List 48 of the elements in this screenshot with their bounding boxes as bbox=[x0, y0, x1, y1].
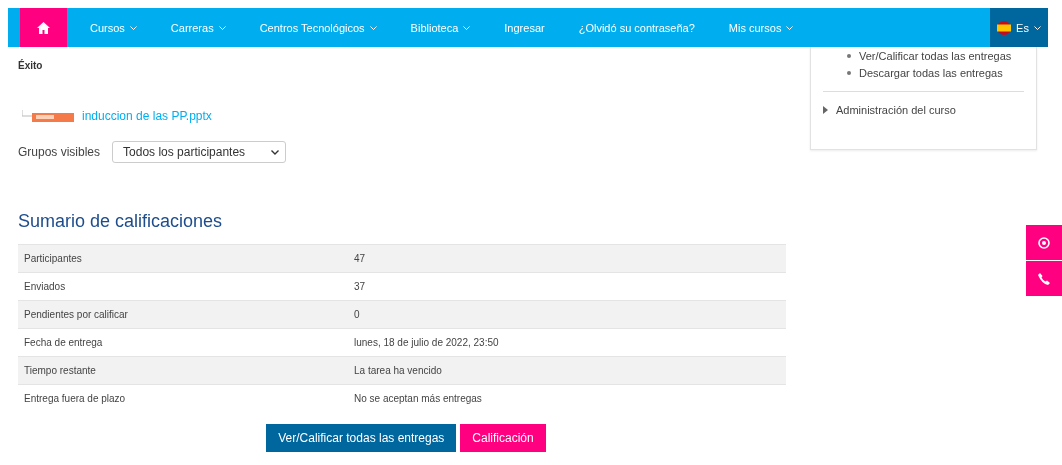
groups-select[interactable]: Todos los participantes bbox=[112, 141, 287, 163]
table-cell-text: Enviados bbox=[24, 281, 67, 292]
summary-title: Sumario de calificaciones bbox=[18, 211, 224, 232]
sidebar-section[interactable]: Administración del curso bbox=[836, 104, 956, 116]
presentation-file-icon bbox=[22, 110, 74, 122]
nav-link[interactable]: Ingresar bbox=[487, 8, 562, 47]
nav-link[interactable]: ¿Olvidó su contraseña? bbox=[561, 8, 712, 47]
nav-link[interactable]: Cursos bbox=[73, 8, 154, 47]
table-cell-text: lunes, 18 de julio de 2022, 23:50 bbox=[354, 337, 500, 348]
caret-right-icon bbox=[823, 106, 828, 114]
action-button[interactable]: Calificación bbox=[460, 424, 546, 452]
table-cell-text: Tiempo restante bbox=[24, 365, 97, 376]
table-cell-text: 47 bbox=[354, 253, 367, 264]
table-cell-text: 0 bbox=[354, 309, 361, 320]
table-cell-text: 37 bbox=[354, 281, 367, 292]
bullet-icon bbox=[847, 70, 851, 75]
file-link[interactable]: induccion de las PP.pptx bbox=[82, 109, 212, 123]
groups-label: Grupos visibles bbox=[18, 145, 101, 159]
chevron-down-icon bbox=[271, 149, 280, 155]
table-cell-text: Pendientes por calificar bbox=[24, 309, 129, 320]
chevron-down-icon bbox=[218, 25, 226, 30]
chevron-down-icon bbox=[786, 25, 794, 30]
phone-button[interactable] bbox=[1026, 261, 1062, 296]
chevron-down-icon bbox=[463, 25, 471, 30]
action-button[interactable]: Ver/Calificar todas las entregas bbox=[266, 424, 457, 452]
sidebar-link[interactable]: Ver/Calificar todas las entregas bbox=[859, 49, 1012, 62]
nav-link[interactable]: Centros Tecnológicos bbox=[242, 8, 394, 47]
table-cell-text: Participantes bbox=[24, 253, 83, 264]
bullet-icon bbox=[847, 53, 851, 58]
language-selector[interactable]: Es bbox=[990, 8, 1048, 47]
nav-link[interactable]: Biblioteca bbox=[393, 8, 488, 47]
chevron-down-icon bbox=[369, 25, 377, 30]
at-icon bbox=[1038, 236, 1050, 249]
nav-link[interactable]: Mis cursos bbox=[711, 8, 811, 47]
email-button[interactable] bbox=[1026, 225, 1062, 260]
flag-icon bbox=[997, 20, 1012, 35]
chevron-down-icon bbox=[129, 25, 137, 30]
table-cell-text: No se aceptan más entregas bbox=[354, 393, 483, 404]
phone-icon bbox=[1038, 272, 1050, 285]
home-button[interactable] bbox=[20, 8, 67, 47]
table-cell-text: Fecha de entrega bbox=[24, 337, 104, 348]
chevron-down-icon bbox=[1033, 25, 1041, 30]
home-icon bbox=[37, 21, 50, 34]
table-cell-text: La tarea ha vencido bbox=[354, 365, 443, 376]
status-text: Éxito bbox=[18, 60, 44, 71]
nav-link[interactable]: Carreras bbox=[153, 8, 243, 47]
sidebar-link[interactable]: Descargar todas las entregas bbox=[859, 66, 1003, 79]
table-cell-text: Entrega fuera de plazo bbox=[24, 393, 127, 404]
